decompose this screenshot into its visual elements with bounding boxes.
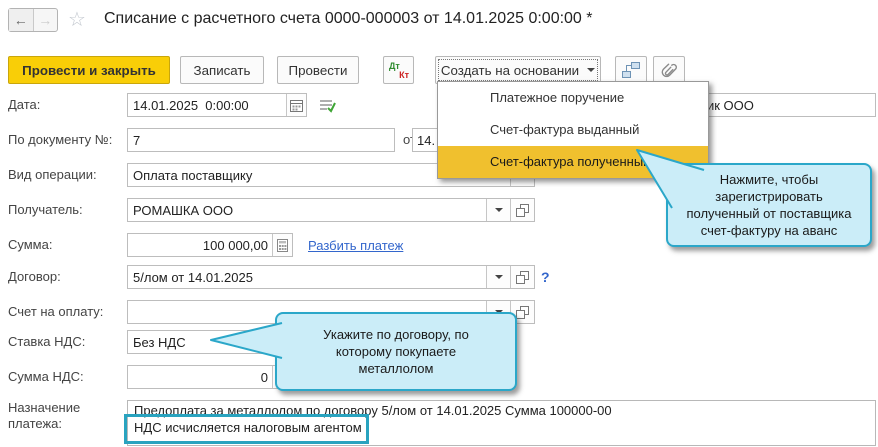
create-hint-line: зарегистрировать xyxy=(715,188,823,205)
invoice-label: Счет на оплату: xyxy=(8,304,103,319)
date-field[interactable] xyxy=(127,93,307,117)
chevron-down-icon[interactable] xyxy=(486,199,510,221)
payee-field[interactable] xyxy=(127,198,535,222)
write-off-document-window: ← → ☆ Списание с расчетного счета 0000-0… xyxy=(0,0,878,447)
payment-purpose-label: Назначение xyxy=(8,400,80,415)
vat-hint-line: которому покупаете xyxy=(336,343,456,360)
vat-hint-callout: Укажите по договору, по которому покупае… xyxy=(275,312,517,391)
create-hint-line: полученный от поставщика xyxy=(686,205,851,222)
payment-purpose-label-2: платежа: xyxy=(8,416,62,431)
create-hint-line: счет-фактуру на аванс xyxy=(701,222,838,239)
amount-field[interactable] xyxy=(127,233,293,257)
open-item-icon[interactable] xyxy=(510,199,534,221)
contract-input[interactable] xyxy=(128,266,486,288)
nav-history-group: ← → xyxy=(8,8,58,32)
kt-label: Кт xyxy=(399,70,409,80)
payee-input[interactable] xyxy=(128,199,486,221)
vat-amount-label: Сумма НДС: xyxy=(8,369,84,384)
back-icon[interactable]: ← xyxy=(9,9,34,31)
contract-label: Договор: xyxy=(8,269,61,284)
fill-check-icon[interactable] xyxy=(316,94,338,116)
dtkt-postings-button[interactable]: Дт Кт xyxy=(383,56,414,84)
post-and-close-button[interactable]: Провести и закрыть xyxy=(8,56,170,84)
vat-amount-input[interactable] xyxy=(128,366,272,388)
doc-number-label: По документу №: xyxy=(8,132,112,147)
operation-type-label: Вид операции: xyxy=(8,167,97,182)
purpose-line-1: Предоплата за металлолом по договору 5/л… xyxy=(134,403,612,418)
date-label: Дата: xyxy=(8,97,40,112)
related-documents-button[interactable] xyxy=(615,56,647,84)
vat-amount-field[interactable] xyxy=(127,365,293,389)
calculator-icon[interactable] xyxy=(272,234,292,256)
vat-rate-label: Ставка НДС: xyxy=(8,334,85,349)
amount-input[interactable] xyxy=(128,234,272,256)
menu-item-invoice-issued[interactable]: Счет-фактура выданный xyxy=(438,114,708,146)
chevron-down-icon[interactable] xyxy=(486,266,510,288)
payee-label: Получатель: xyxy=(8,202,83,217)
calendar-icon[interactable] xyxy=(286,94,306,116)
date-input[interactable] xyxy=(128,94,286,116)
forward-icon[interactable]: → xyxy=(34,9,58,31)
favorite-star-icon[interactable]: ☆ xyxy=(68,7,86,32)
create-hint-line: Нажмите, чтобы xyxy=(720,171,818,188)
caret-down-icon xyxy=(587,68,595,72)
help-icon[interactable]: ? xyxy=(541,269,550,285)
contract-field[interactable] xyxy=(127,265,535,289)
save-button[interactable]: Записать xyxy=(180,56,264,84)
doc-number-field[interactable] xyxy=(127,128,395,152)
vat-rate-field[interactable] xyxy=(127,330,293,354)
vat-hint-line: Укажите по договору, по xyxy=(323,326,469,343)
structure-icon xyxy=(622,62,640,78)
paperclip-icon xyxy=(661,63,677,78)
split-payment-link[interactable]: Разбить платеж xyxy=(308,238,403,253)
amount-label: Сумма: xyxy=(8,237,52,252)
vat-rate-input[interactable] xyxy=(128,331,272,353)
page-title: Списание с расчетного счета 0000-000003 … xyxy=(104,10,593,28)
create-from-label: Создать на основании xyxy=(441,63,579,78)
vat-hint-line: металлолом xyxy=(359,360,434,377)
payment-purpose-textarea[interactable]: Предоплата за металлолом по договору 5/л… xyxy=(127,400,876,446)
post-button[interactable]: Провести xyxy=(277,56,359,84)
open-item-icon[interactable] xyxy=(510,266,534,288)
create-hint-callout: Нажмите, чтобы зарегистрировать полученн… xyxy=(666,163,872,247)
doc-number-input[interactable] xyxy=(128,129,394,151)
menu-item-payment-order[interactable]: Платежное поручение xyxy=(438,82,708,114)
purpose-line-2: НДС исчисляется налоговым агентом xyxy=(134,420,362,435)
attachments-button[interactable] xyxy=(653,56,685,84)
create-from-button[interactable]: Создать на основании xyxy=(435,56,601,84)
